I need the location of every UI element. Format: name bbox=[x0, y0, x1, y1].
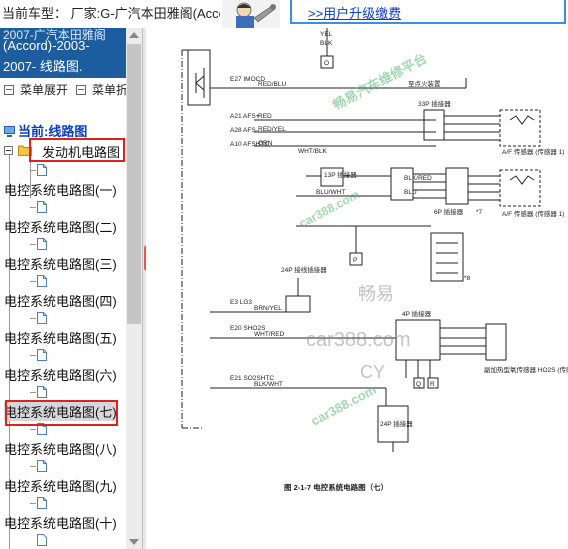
connector-6p-label: 6P 插接器 bbox=[434, 207, 464, 216]
expand-menu-icon[interactable] bbox=[4, 85, 14, 95]
wire-label-red: RED bbox=[258, 113, 272, 120]
wire-label-brn-yel: BRN/YEL bbox=[254, 305, 282, 312]
tree-item-ecu-diagram[interactable]: 电控系统电路图(六) bbox=[4, 365, 117, 384]
connector-33p bbox=[423, 109, 445, 141]
watermark-url: car388.com bbox=[306, 329, 411, 351]
title-line-2: (Accord)-2003- bbox=[3, 38, 90, 53]
transistor-block bbox=[187, 49, 211, 106]
collapse-menu-button[interactable]: 菜单折 bbox=[92, 83, 128, 97]
wire-label-blu: BLU bbox=[404, 189, 417, 196]
af-sensor-2 bbox=[499, 169, 541, 207]
pin-e3: E3 LG3 bbox=[230, 299, 252, 306]
top-header: 当前车型： 厂家:G-广汽本田雅阁(Acco 2007-广汽本田雅阁 >>用户升… bbox=[0, 0, 568, 28]
wiring-diagram-view[interactable]: YEL BLK O E27 IMOCD RED/BLU 至点火装置 A21 AF… bbox=[146, 28, 568, 549]
highlight-ecu-diagram-7 bbox=[5, 400, 118, 426]
watermark-url: car388.com bbox=[308, 382, 378, 429]
tree-connector bbox=[30, 318, 36, 319]
diagram-caption: 图 2-1-7 电控系统电路图（七） bbox=[284, 482, 388, 492]
marker-p: P bbox=[353, 257, 357, 264]
tree-item-ecu-diagram[interactable]: 电控系统电路图(二) bbox=[4, 217, 117, 236]
tree-connector bbox=[30, 503, 36, 504]
tree-collapse-icon[interactable] bbox=[4, 146, 13, 155]
tree-connector bbox=[30, 170, 36, 171]
connector-4p-label: 4P 插接器 bbox=[402, 309, 432, 318]
wire-label-grn: GRN bbox=[258, 140, 273, 147]
collapse-menu-icon[interactable] bbox=[76, 85, 87, 95]
connector-24p-junction bbox=[285, 295, 311, 313]
user-upgrade-payment-link[interactable]: >>用户升级缴费 bbox=[308, 3, 401, 22]
marker-7: *7 bbox=[476, 209, 483, 216]
mascot-icon bbox=[222, 0, 280, 28]
scroll-up-arrow-icon[interactable] bbox=[129, 32, 139, 38]
tree-item-ecu-diagram[interactable]: 电控系统电路图(十) bbox=[4, 513, 117, 532]
vehicle-info: 当前车型： 厂家:G-广汽本田雅阁(Acco 2007-广汽本田雅阁 bbox=[0, 0, 220, 28]
tree-connector bbox=[30, 281, 36, 282]
title-line-3: 2007- 线路图. bbox=[3, 59, 83, 74]
sidebar-scrollbar[interactable] bbox=[126, 28, 142, 549]
document-icon[interactable] bbox=[37, 201, 47, 213]
tree-item-ecu-diagram[interactable]: 电控系统电路图(一) bbox=[4, 180, 117, 199]
marker-o: O bbox=[324, 60, 329, 67]
document-icon[interactable] bbox=[37, 312, 47, 324]
document-icon[interactable] bbox=[37, 238, 47, 250]
connector-6p bbox=[445, 167, 469, 205]
wire-label-wht-red: WHT/RED bbox=[254, 331, 285, 338]
vehicle-title-box: 2007-广汽本田雅阁 (Accord)-2003- 2007- 线路图. bbox=[0, 28, 126, 78]
document-icon[interactable] bbox=[37, 497, 47, 509]
tree-item-engine-diagram[interactable]: 发动机电路图 bbox=[42, 142, 120, 161]
ignition-note: 至点火装置 bbox=[408, 79, 441, 88]
wire-label-blk-wht: BLK/WHT bbox=[254, 381, 283, 388]
scrollbar-thumb[interactable] bbox=[127, 44, 141, 324]
connector-33p-label: 33P 插接器 bbox=[418, 99, 451, 108]
document-icon[interactable] bbox=[37, 275, 47, 287]
tree-item-ecu-diagram[interactable]: 电控系统电路图(九) bbox=[4, 476, 117, 495]
af-sensor-1 bbox=[499, 109, 541, 147]
pin-a28: A28 AFS- bbox=[230, 127, 258, 134]
expand-menu-button[interactable]: 菜单展开 bbox=[20, 83, 68, 97]
watermark-text: CY bbox=[360, 362, 385, 382]
ho2s-label: 副加热型氧传感器 HO2S (传感器 2) bbox=[484, 365, 568, 374]
wiring-diagram: YEL BLK O E27 IMOCD RED/BLU 至点火装置 A21 AF… bbox=[181, 28, 568, 492]
marker-8: *8 bbox=[464, 275, 471, 282]
left-navigation-panel: 2007-广汽本田雅阁 (Accord)-2003- 2007- 线路图. 菜单… bbox=[0, 28, 142, 549]
tree-connector bbox=[30, 429, 36, 430]
wire-label-blk: BLK bbox=[320, 40, 333, 47]
tree-connector bbox=[30, 466, 36, 467]
tree-item-ecu-diagram[interactable]: 电控系统电路图(三) bbox=[4, 254, 117, 273]
wire-label-blk-red: BLK/RED bbox=[404, 175, 432, 182]
connector-stack bbox=[430, 232, 464, 282]
menu-toggle-row: 菜单展开 菜单折 bbox=[4, 81, 128, 98]
wire-label-wht-blk: WHT/BLK bbox=[298, 148, 328, 155]
upgrade-box: >>用户升级缴费 bbox=[290, 0, 566, 24]
af-sensor-1-label: A/F 传感器 (传感器 1) bbox=[502, 147, 564, 156]
computer-icon bbox=[4, 126, 15, 137]
document-icon[interactable] bbox=[37, 349, 47, 361]
current-location-label: 当前:线路图 bbox=[18, 124, 88, 139]
tree-item-ecu-diagram[interactable]: 电控系统电路图(五) bbox=[4, 328, 117, 347]
tree-item-ecu-diagram[interactable]: 电控系统电路图(八) bbox=[4, 439, 117, 458]
marker-r: R bbox=[430, 381, 435, 388]
connector-13p-text: 13P 插接器 bbox=[324, 170, 357, 179]
tree-connector bbox=[30, 392, 36, 393]
tree-connector bbox=[30, 355, 36, 356]
tree-connector bbox=[30, 244, 36, 245]
document-icon[interactable] bbox=[37, 164, 47, 176]
tree-item-ecu-diagram[interactable]: 电控系统电路图(四) bbox=[4, 291, 117, 310]
marker-q: Q bbox=[416, 381, 421, 388]
ho2s-sensor bbox=[485, 323, 507, 361]
document-icon[interactable] bbox=[37, 534, 47, 546]
tree-connector bbox=[30, 207, 36, 208]
pin-a21: A21 AFS+ bbox=[230, 113, 260, 120]
connector-24p-label: 24P 插接器 bbox=[380, 419, 413, 428]
watermark-text: 畅易 bbox=[358, 284, 394, 304]
scroll-down-arrow-icon[interactable] bbox=[129, 539, 139, 545]
connector-24p-junction-label: 24P 接线插接器 bbox=[281, 265, 327, 274]
af-sensor-2-label: A/F 传感器 (传感器 1) bbox=[502, 209, 564, 218]
vehicle-model-sub: 2007-广汽本田雅阁 bbox=[2, 21, 105, 28]
document-icon[interactable] bbox=[37, 386, 47, 398]
wire-label-red-blu: RED/BLU bbox=[258, 81, 286, 88]
document-icon[interactable] bbox=[37, 460, 47, 472]
wire-label-yel: YEL bbox=[320, 31, 333, 38]
wire-label-red-yel: RED/YEL bbox=[258, 126, 286, 133]
